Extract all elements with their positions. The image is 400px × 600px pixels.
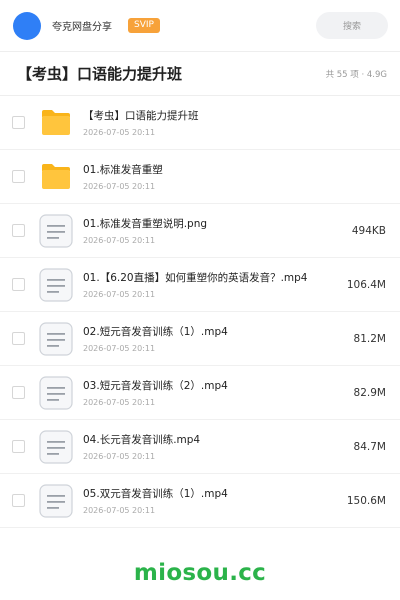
file-name: 02.短元音发音训练（1）.mp4	[83, 326, 228, 338]
file-size: 150.6M	[346, 494, 386, 507]
file-date: 2026-07-05 20:11	[83, 506, 156, 515]
list-item[interactable]: 01.标准发音重塑 2026-07-05 20:11	[0, 150, 400, 204]
document-icon	[39, 483, 73, 518]
list-item[interactable]: 03.短元音发音训练（2）.mp4 2026-07-05 20:11 82.9M	[0, 366, 400, 420]
folder-icon	[39, 106, 73, 140]
list-item[interactable]: 01.【6.20直播】如何重塑你的英语发音？.mp4 2026-07-05 20:…	[0, 258, 400, 312]
list-item[interactable]: 【考虫】口语能力提升班 2026-07-05 20:11	[0, 96, 400, 150]
row-checkbox[interactable]	[12, 170, 25, 183]
file-text: 01.【6.20直播】如何重塑你的英语发音？.mp4 2026-07-05 20:…	[83, 270, 339, 299]
row-checkbox[interactable]	[12, 386, 25, 399]
file-date: 2026-07-05 20:11	[83, 128, 156, 137]
file-name: 01.【6.20直播】如何重塑你的英语发音？.mp4	[83, 272, 308, 284]
watermark: miosou.cc	[133, 560, 267, 586]
list-item[interactable]: 05.双元音发音训练（1）.mp4 2026-07-05 20:11 150.6M	[0, 474, 400, 528]
list-item[interactable]: 01.标准发音重塑说明.png 2026-07-05 20:11 494KB	[0, 204, 400, 258]
search-input[interactable]: 搜索	[316, 12, 388, 39]
list-item[interactable]: 04.长元音发音训练.mp4 2026-07-05 20:11 84.7M	[0, 420, 400, 474]
file-name: 01.标准发音重塑	[83, 164, 163, 176]
share-name: 夸克网盘分享	[52, 22, 112, 33]
avatar[interactable]	[13, 11, 41, 40]
file-date: 2026-07-05 20:11	[83, 236, 156, 245]
file-text: 02.短元音发音训练（1）.mp4 2026-07-05 20:11	[83, 324, 346, 353]
row-checkbox[interactable]	[12, 224, 25, 237]
file-name: 【考虫】口语能力提升班	[83, 110, 199, 122]
file-date: 2026-07-05 20:11	[83, 182, 156, 191]
row-checkbox[interactable]	[12, 494, 25, 507]
row-checkbox[interactable]	[12, 278, 25, 291]
file-text: 【考虫】口语能力提升班 2026-07-05 20:11	[83, 108, 378, 137]
file-name: 05.双元音发音训练（1）.mp4	[83, 488, 228, 500]
file-text: 04.长元音发音训练.mp4 2026-07-05 20:11	[83, 432, 346, 461]
file-name: 03.短元音发音训练（2）.mp4	[83, 380, 228, 392]
document-icon	[39, 375, 73, 410]
row-checkbox[interactable]	[12, 332, 25, 345]
folder-header: 【考虫】口语能力提升班 共 55 项 · 4.9G	[0, 52, 400, 96]
file-size: 82.9M	[353, 386, 386, 399]
file-date: 2026-07-05 20:11	[83, 398, 156, 407]
folder-icon	[39, 160, 73, 194]
row-checkbox[interactable]	[12, 116, 25, 129]
file-date: 2026-07-05 20:11	[83, 290, 156, 299]
file-size: 494KB	[351, 224, 386, 237]
file-text: 01.标准发音重塑说明.png 2026-07-05 20:11	[83, 216, 344, 245]
list-item[interactable]: 02.短元音发音训练（1）.mp4 2026-07-05 20:11 81.2M	[0, 312, 400, 366]
file-list: 【考虫】口语能力提升班 2026-07-05 20:11 01.标准发音重塑 2026…	[0, 96, 400, 528]
file-name: 04.长元音发音训练.mp4	[83, 434, 201, 446]
folder-meta: 共 55 项 · 4.9G	[325, 69, 387, 80]
row-checkbox[interactable]	[12, 440, 25, 453]
file-size: 81.2M	[353, 332, 386, 345]
file-text: 03.短元音发音训练（2）.mp4 2026-07-05 20:11	[83, 378, 346, 407]
file-date: 2026-07-05 20:11	[83, 452, 156, 461]
document-icon	[39, 213, 73, 248]
document-icon	[39, 321, 73, 356]
file-size: 106.4M	[346, 278, 386, 291]
header: 夸克网盘分享 SVIP 搜索	[0, 0, 400, 52]
svip-badge: SVIP	[128, 18, 160, 33]
file-name: 01.标准发音重塑说明.png	[83, 218, 208, 230]
document-icon	[39, 267, 73, 302]
page-title: 【考虫】口语能力提升班	[17, 65, 183, 83]
file-size: 84.7M	[353, 440, 386, 453]
document-icon	[39, 429, 73, 464]
file-date: 2026-07-05 20:11	[83, 344, 156, 353]
file-text: 05.双元音发音训练（1）.mp4 2026-07-05 20:11	[83, 486, 339, 515]
file-text: 01.标准发音重塑 2026-07-05 20:11	[83, 162, 378, 191]
